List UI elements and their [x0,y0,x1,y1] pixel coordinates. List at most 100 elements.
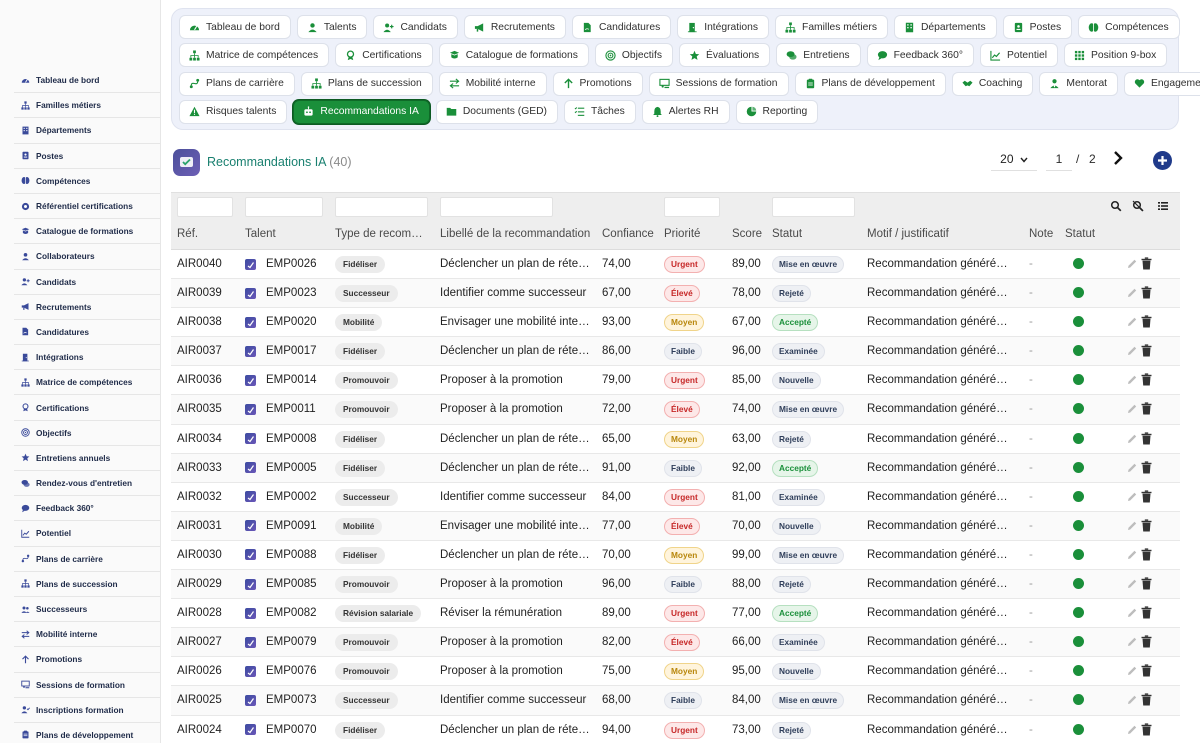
edit-button[interactable] [1126,462,1138,474]
cell-ref[interactable]: AIR0032 [177,491,222,503]
sidebar-item[interactable]: Tableau de bord [14,68,160,94]
add-record-button[interactable] [1153,151,1172,170]
delete-button[interactable] [1141,461,1153,474]
cell-talent[interactable]: EMP0070 [245,722,317,738]
cell-talent[interactable]: EMP0079 [245,634,317,650]
edit-button[interactable] [1126,316,1138,328]
edit-button[interactable] [1126,636,1138,648]
table-row[interactable]: AIR0037 EMP0017 Fidéliser Déclencher un pla… [171,337,1180,367]
sidebar-item[interactable]: Promotions [14,647,160,673]
edit-button[interactable] [1126,374,1138,386]
cell-ref[interactable]: AIR0033 [177,462,222,474]
sidebar-item[interactable]: Certifications [14,395,160,421]
tab[interactable]: Familles métiers [775,15,888,39]
cell-talent[interactable]: EMP0026 [245,256,317,272]
table-row[interactable]: AIR0034 EMP0008 Fidéliser Déclencher un pla… [171,425,1180,454]
delete-button[interactable] [1141,519,1153,532]
col-type[interactable]: Type de recom… [335,228,423,240]
sidebar-item[interactable]: Candidatures [14,320,160,346]
table-row[interactable]: AIR0032 EMP0002 Successeur Identifier comme… [171,483,1180,512]
cell-ref[interactable]: AIR0039 [177,287,222,299]
table-row[interactable]: AIR0038 EMP0020 Mobilité Envisager une mobi… [171,308,1180,338]
cell-talent[interactable]: EMP0082 [245,605,317,621]
cell-ref[interactable]: AIR0025 [177,694,222,706]
sidebar-item[interactable]: Familles métiers [14,93,160,119]
tab[interactable]: Coaching [951,71,1034,96]
edit-button[interactable] [1126,433,1138,445]
cell-talent[interactable]: EMP0076 [245,663,317,679]
sidebar-item[interactable]: Mobilité interne [14,622,160,648]
delete-button[interactable] [1141,344,1153,357]
sidebar-item[interactable]: Successeurs [14,597,160,623]
cell-ref[interactable]: AIR0024 [177,724,222,736]
delete-button[interactable] [1141,490,1153,503]
tab[interactable]: Candidatures [571,15,672,39]
sidebar-item[interactable]: Compétences [14,169,160,194]
tab[interactable]: Postes [1002,15,1073,39]
tab[interactable]: Alertes RH [641,99,730,124]
tab[interactable]: Catalogue de formations [438,43,589,68]
search-button[interactable] [1110,199,1122,212]
cell-ref[interactable]: AIR0038 [177,316,222,328]
delete-button[interactable] [1141,315,1153,328]
filter-label-input[interactable] [440,197,553,217]
cell-ref[interactable]: AIR0040 [177,258,222,270]
sidebar-item[interactable]: Candidats [14,270,160,295]
edit-button[interactable] [1126,665,1138,677]
tab[interactable]: Talents [296,15,368,39]
col-note[interactable]: Note [1029,228,1053,240]
edit-button[interactable] [1126,345,1138,357]
next-page-button[interactable] [1112,150,1128,168]
sidebar-item[interactable]: Matrice de compétences [14,370,160,396]
table-row[interactable]: AIR0025 EMP0073 Successeur Identifier comme… [171,686,1180,716]
page-size-select[interactable]: 20 [991,151,1037,171]
tab[interactable]: Risques talents [179,99,288,124]
tab[interactable]: Promotions [552,71,643,96]
tab[interactable]: Engagement [1124,71,1200,96]
sidebar-item[interactable]: Plans de carrière [14,547,160,572]
cell-ref[interactable]: AIR0030 [177,549,222,561]
sidebar-item[interactable]: Potentiel [14,521,160,547]
sidebar-item[interactable]: Départements [14,118,160,144]
tab[interactable]: Feedback 360° [866,43,974,68]
delete-button[interactable] [1141,373,1153,386]
table-row[interactable]: AIR0026 EMP0076 Promouvoir Proposer à la pr… [171,657,1180,687]
tab[interactable]: Plans de carrière [179,71,295,96]
sidebar-item[interactable]: Plans de développement [14,723,160,743]
col-label[interactable]: Libellé de la recommandation [440,228,590,240]
col-confidence[interactable]: Confiance [602,228,654,240]
tab[interactable]: Potentiel [979,43,1059,68]
edit-button[interactable] [1126,403,1138,415]
delete-button[interactable] [1141,606,1153,619]
cell-ref[interactable]: AIR0036 [177,374,222,386]
filter-type-input[interactable] [335,197,428,217]
col-status[interactable]: Statut [772,228,802,240]
table-row[interactable]: AIR0040 EMP0026 Fidéliser Déclencher un pla… [171,250,1180,280]
delete-button[interactable] [1141,257,1153,270]
cell-talent[interactable]: EMP0091 [245,518,317,534]
sidebar-item[interactable]: Collaborateurs [14,244,160,270]
cell-talent[interactable]: EMP0017 [245,343,317,359]
delete-button[interactable] [1141,722,1153,736]
filter-talent-input[interactable] [245,197,323,217]
cell-ref[interactable]: AIR0028 [177,607,222,619]
cell-ref[interactable]: AIR0031 [177,520,222,532]
delete-button[interactable] [1141,664,1153,677]
table-row[interactable]: AIR0039 EMP0023 Successeur Identifier comme… [171,279,1180,309]
col-motif[interactable]: Motif / justificatif [867,228,949,240]
sidebar-item[interactable]: Catalogue de formations [14,219,160,245]
table-row[interactable]: AIR0036 EMP0014 Promouvoir Proposer à la pr… [171,366,1180,396]
table-row[interactable]: AIR0024 EMP0070 Fidéliser Déclencher un pla… [171,716,1180,743]
table-row[interactable]: AIR0029 EMP0085 Promouvoir Proposer à la pr… [171,570,1180,600]
filter-status-input[interactable] [772,197,855,217]
tab[interactable]: Intégrations [677,15,770,39]
tab[interactable]: Documents (GED) [435,99,558,124]
edit-button[interactable] [1126,520,1138,532]
columns-button[interactable] [1157,199,1169,211]
tab[interactable]: Tableau de bord [179,15,291,39]
edit-button[interactable] [1126,694,1138,706]
cell-ref[interactable]: AIR0029 [177,578,222,590]
sidebar-item[interactable]: Intégrations [14,345,160,371]
delete-button[interactable] [1141,286,1153,299]
filter-priority-input[interactable] [664,197,720,217]
